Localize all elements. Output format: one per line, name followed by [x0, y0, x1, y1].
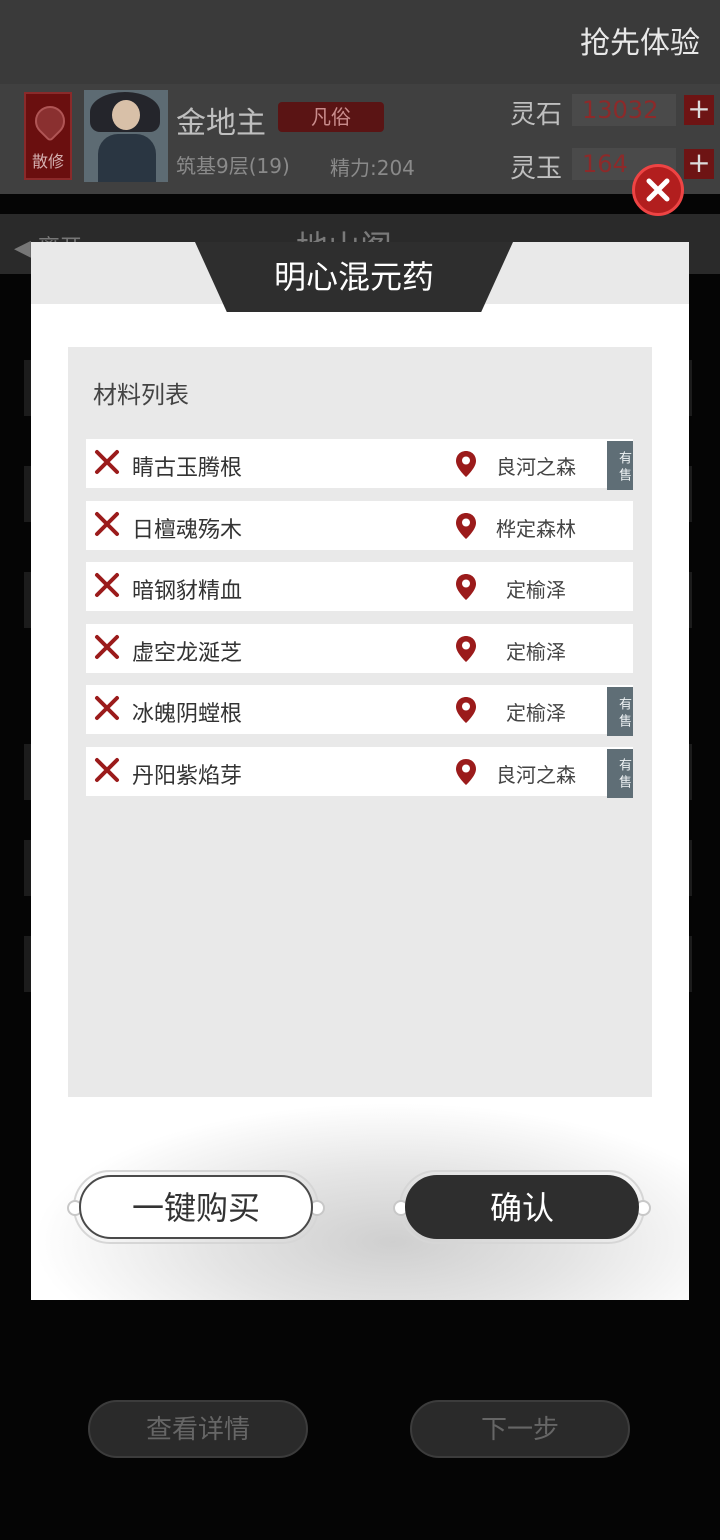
cultivation-realm: 筑基9层(19) — [176, 154, 290, 178]
location-pin-icon[interactable] — [455, 450, 477, 478]
material-row[interactable]: 虚空龙涎芝 定榆泽 — [86, 623, 633, 673]
next-step-button: 下一步 — [410, 1400, 630, 1458]
sect-badge: 散修 — [24, 92, 72, 180]
player-name: 金地主 — [176, 106, 266, 141]
material-name: 暗钢豺精血 — [132, 579, 243, 604]
close-icon — [646, 178, 670, 202]
confirm-button[interactable]: 确认 — [405, 1175, 639, 1239]
material-row[interactable]: 日檀魂殇木 桦定森林 — [86, 500, 633, 550]
material-name: 丹阳紫焰芽 — [132, 763, 243, 789]
material-name: 日檀魂殇木 — [132, 517, 243, 543]
material-name: 虚空龙涎芝 — [132, 640, 243, 666]
location-pin-icon[interactable] — [455, 573, 477, 601]
on-sale-badge: 有售 — [607, 441, 633, 490]
missing-x-icon — [95, 511, 119, 536]
currency-value-spirit-stone: 13032 — [572, 94, 676, 126]
modal-title: 明心混元药 — [273, 258, 434, 296]
missing-x-icon — [95, 634, 119, 659]
on-sale-badge: 有售 — [607, 748, 633, 798]
add-spirit-stone-button[interactable]: + — [684, 95, 714, 125]
rank-tag: 凡俗 — [278, 102, 384, 132]
recipe-modal: 明心混元药 材料列表 睛古玉腾根 良河之森 有售 日檀魂殇木 桦定森林 暗钢豺精血 定榆泽虚… — [31, 242, 689, 1300]
material-location[interactable]: 定榆泽 — [476, 697, 596, 726]
material-name: 冰魄阴螳根 — [132, 702, 243, 727]
close-modal-button[interactable] — [632, 164, 684, 216]
material-row[interactable]: 冰魄阴螳根 定榆泽 有售 — [86, 685, 633, 736]
materials-list-title: 材料列表 — [93, 381, 189, 409]
material-location[interactable]: 良河之森 — [476, 451, 596, 480]
on-sale-badge: 有售 — [607, 687, 633, 736]
material-row[interactable]: 睛古玉腾根 良河之森 有售 — [86, 439, 633, 490]
location-pin-icon[interactable] — [455, 758, 477, 786]
materials-panel: 材料列表 睛古玉腾根 良河之森 有售 日檀魂殇木 桦定森林 暗钢豺精血 定榆泽 虚空龙涎芝 定榆… — [68, 347, 652, 1097]
location-pin-icon[interactable] — [455, 635, 477, 663]
currency-label-spirit-stone: 灵石 — [510, 100, 563, 130]
buy-all-button[interactable]: 一键购买 — [79, 1175, 313, 1239]
location-pin-icon[interactable] — [455, 512, 477, 540]
sect-badge-label: 散修 — [31, 152, 64, 171]
location-pin-icon[interactable] — [455, 696, 477, 724]
currency-label-spirit-jade: 灵玉 — [510, 154, 563, 184]
early-access-button[interactable]: 抢先体验 — [580, 18, 700, 62]
missing-x-icon — [95, 450, 119, 474]
view-details-button: 查看详情 — [88, 1400, 308, 1458]
missing-x-icon — [95, 573, 119, 597]
material-row[interactable]: 暗钢豺精血 定榆泽 — [86, 562, 633, 611]
top-bar: 抢先体验 — [0, 0, 720, 84]
missing-x-icon — [95, 757, 119, 782]
avatar[interactable] — [84, 90, 168, 182]
material-name: 睛古玉腾根 — [132, 456, 243, 481]
stamina: 精力:204 — [330, 156, 415, 180]
material-location[interactable]: 桦定森林 — [476, 513, 596, 542]
material-row[interactable]: 丹阳紫焰芽 良河之森 有售 — [86, 746, 633, 798]
material-location[interactable]: 定榆泽 — [476, 636, 596, 665]
add-spirit-jade-button[interactable]: + — [684, 149, 714, 179]
missing-x-icon — [95, 696, 119, 720]
player-profile: 散修 金地主 凡俗 筑基9层(19) 精力:204 灵石 13032 + 灵玉 … — [0, 84, 720, 194]
material-location[interactable]: 定榆泽 — [476, 574, 596, 603]
lotus-icon — [28, 99, 72, 143]
material-location[interactable]: 良河之森 — [476, 759, 596, 788]
